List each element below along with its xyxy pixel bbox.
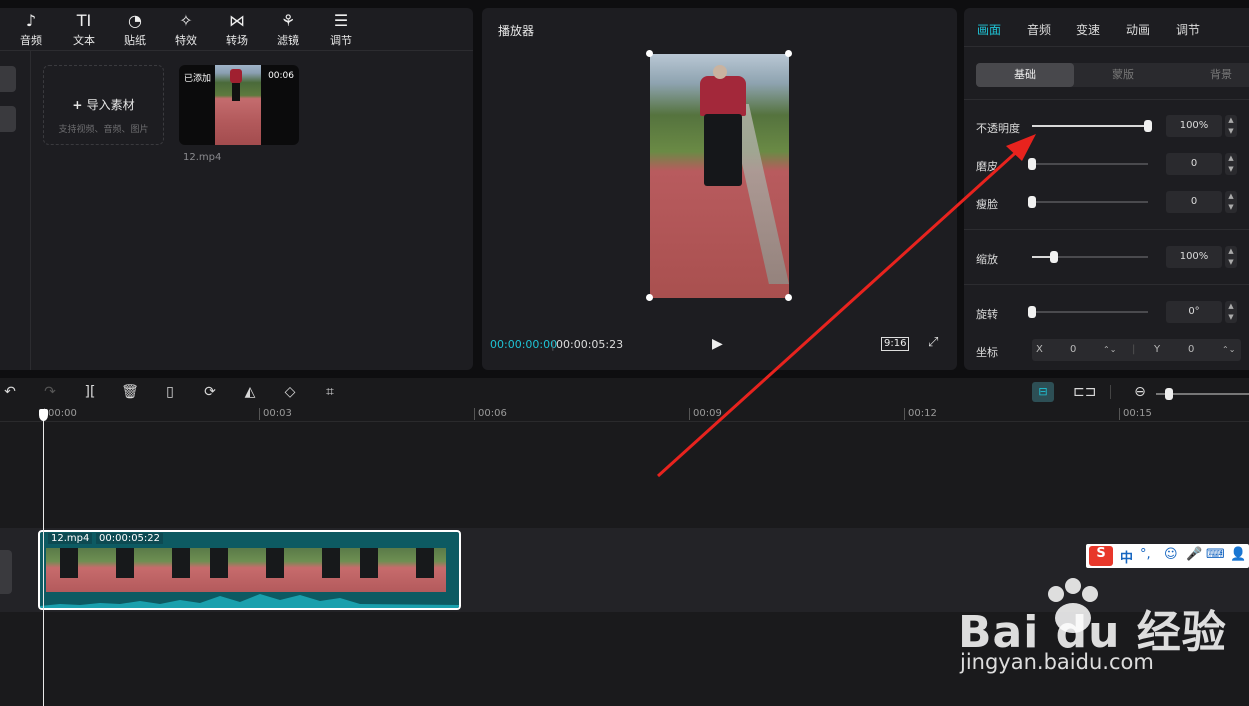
baidu-watermark: Bai du 经验 jingyan.baidu.com	[958, 576, 1248, 686]
watermark-url: jingyan.baidu.com	[960, 650, 1154, 674]
